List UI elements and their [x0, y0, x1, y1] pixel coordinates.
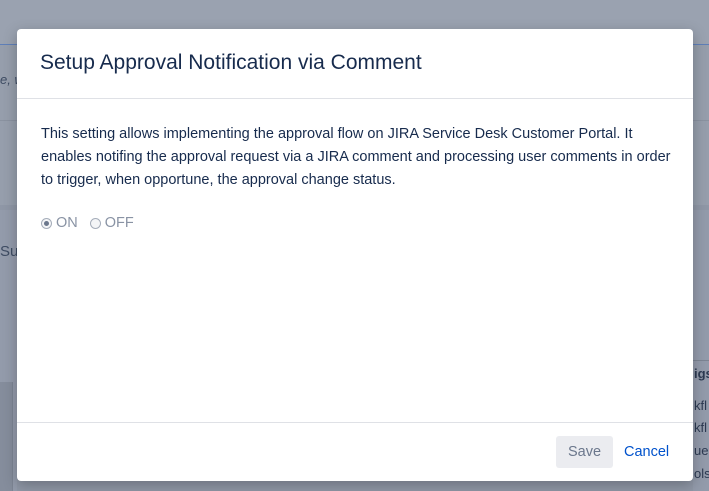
background-right-item-fragment: ue: [694, 443, 709, 458]
dialog-header: Setup Approval Notification via Comment: [17, 29, 693, 99]
approval-notification-dialog: Setup Approval Notification via Comment …: [17, 29, 693, 481]
radio-option-off[interactable]: OFF: [89, 215, 134, 231]
radio-option-on[interactable]: ON: [41, 215, 78, 231]
background-right-item-fragment: kfl: [694, 420, 707, 435]
background-text-fragment: e, w: [0, 72, 17, 87]
dialog-title: Setup Approval Notification via Comment: [40, 51, 422, 74]
save-button[interactable]: Save: [556, 436, 613, 468]
dialog-description: This setting allows implementing the app…: [41, 126, 671, 188]
background-right-item-fragment: ols: [694, 466, 709, 481]
background-right-item-fragment: kfl: [694, 398, 707, 413]
radio-off-label: OFF: [104, 215, 134, 231]
background-right-heading-fragment: igs: [694, 366, 709, 381]
radio-on-selected-icon[interactable]: [41, 217, 52, 229]
background-right-divider: [693, 360, 709, 361]
on-off-radio-group: ON OFF: [41, 213, 146, 233]
radio-on-label: ON: [56, 215, 78, 231]
dialog-body: This setting allows implementing the app…: [41, 123, 677, 192]
radio-off-unselected-icon[interactable]: [89, 217, 101, 229]
dialog-footer: Save Cancel: [17, 422, 693, 481]
cancel-button[interactable]: Cancel: [621, 436, 672, 468]
background-heading-fragment: Su: [0, 243, 17, 260]
background-scrollbar: [0, 382, 13, 491]
